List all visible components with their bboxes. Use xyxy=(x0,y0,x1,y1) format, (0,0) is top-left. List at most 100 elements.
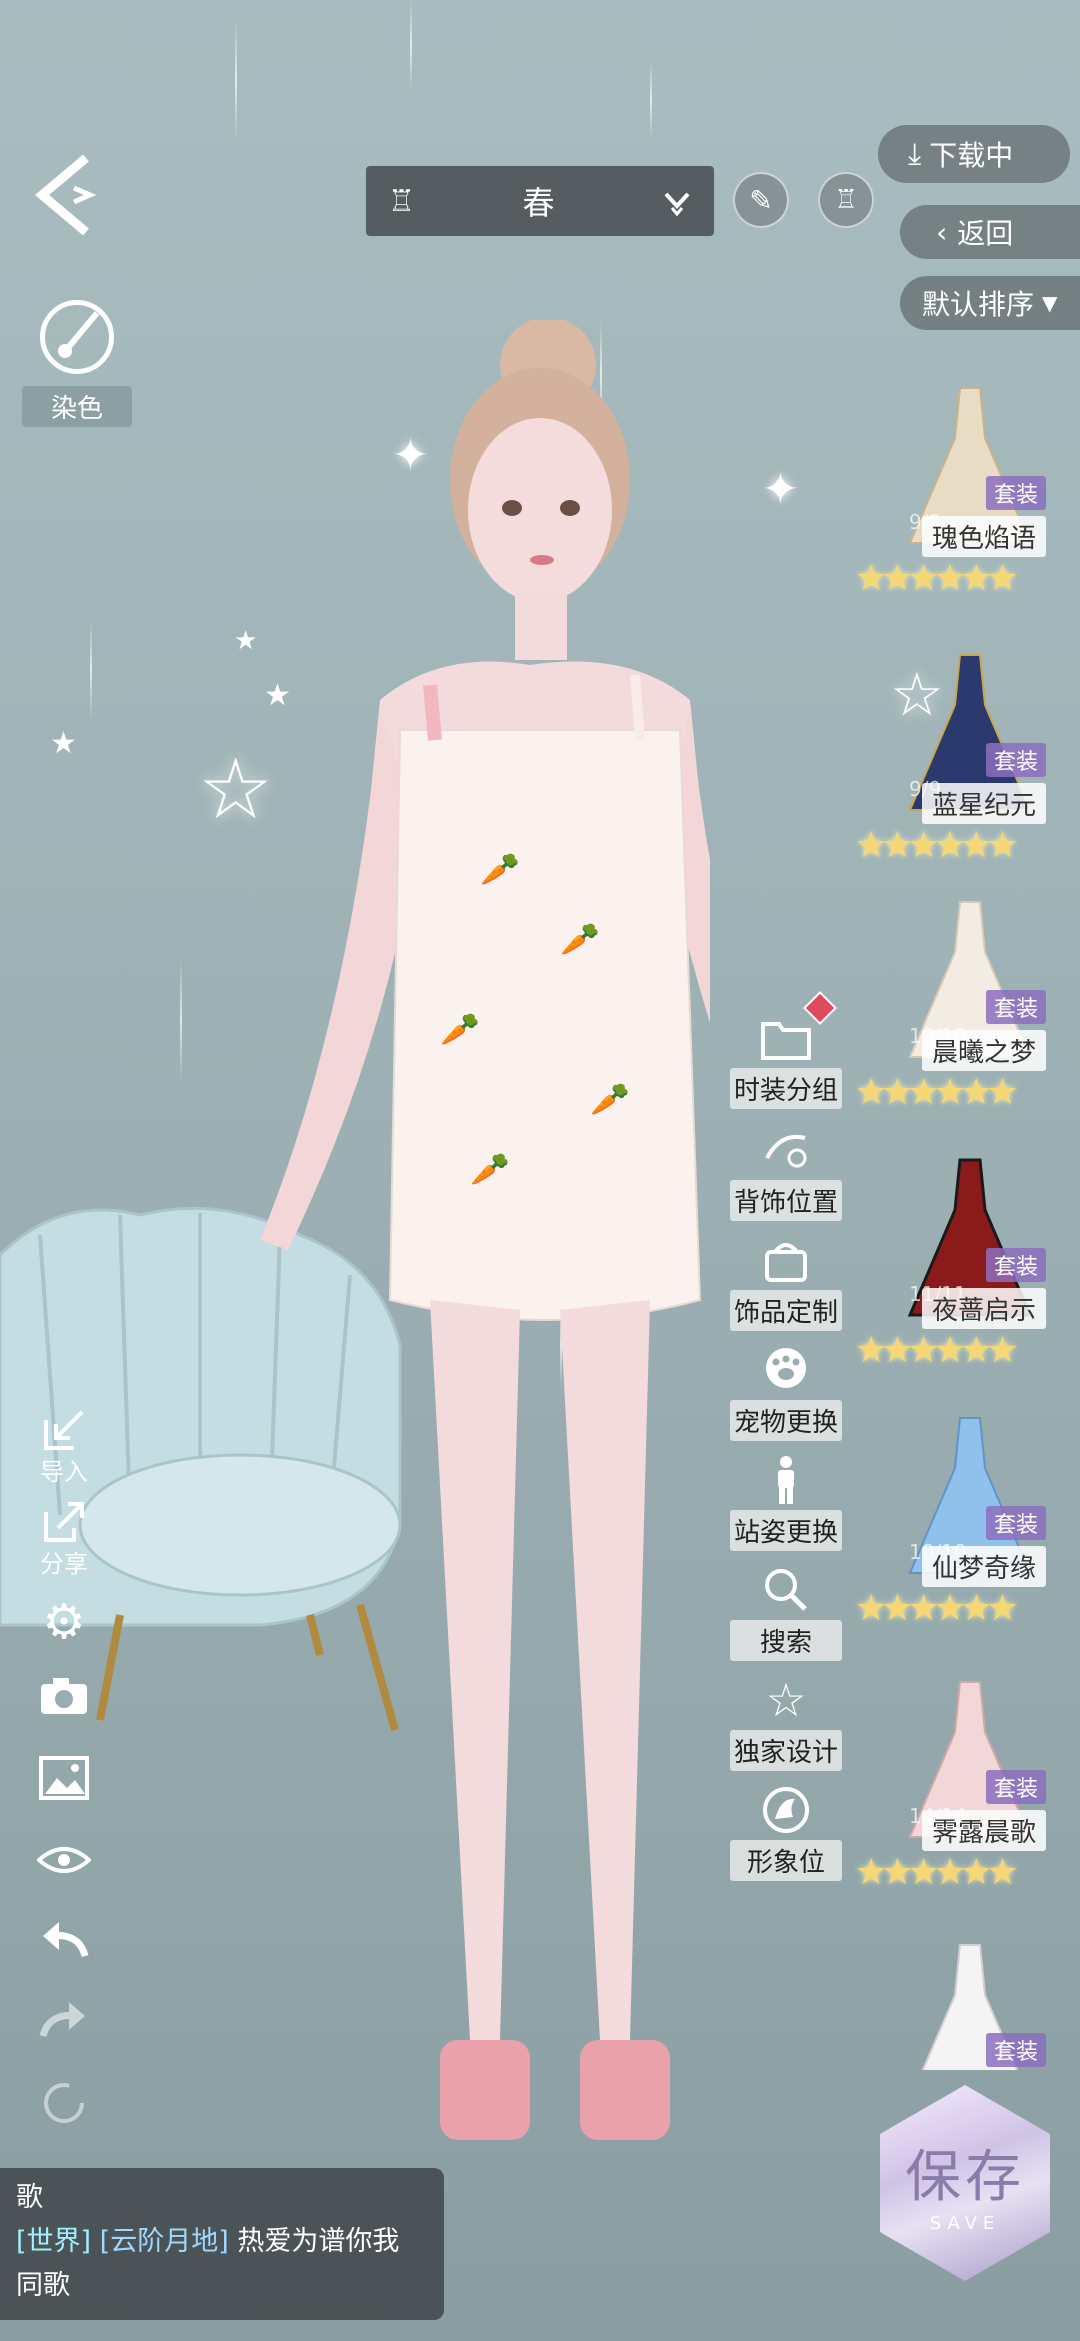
eye-icon xyxy=(35,1847,93,1873)
menu-exclusive-design[interactable]: ☆ 独家设计 xyxy=(730,1672,842,1771)
chat-line: 同歌 xyxy=(16,2270,70,2301)
chat-sender: [云阶月地] xyxy=(99,2226,229,2257)
outfit-badge: 套装 xyxy=(985,476,1046,510)
svg-text:🥕: 🥕 xyxy=(590,1080,630,1118)
gallery-button[interactable] xyxy=(34,1756,94,1804)
chat-channel: [世界] xyxy=(16,2226,92,2257)
rating-stars: ★★★★★★ xyxy=(855,1072,1019,1113)
outfit-name: 蓝星纪元 xyxy=(921,783,1046,824)
dye-button[interactable]: 染色 xyxy=(22,300,132,430)
outfit-badge: 套装 xyxy=(985,1506,1046,1540)
outfit-badge: 套装 xyxy=(985,1248,1046,1282)
menu-pose-change[interactable]: 站姿更换 xyxy=(730,1452,842,1551)
dress-icon: ♖ xyxy=(388,183,415,219)
save-button[interactable]: 保存 SAVE xyxy=(880,2085,1060,2295)
downloading-button[interactable]: ⤓ 下载中 xyxy=(878,125,1070,183)
camera-icon xyxy=(41,1678,87,1714)
outfit-card[interactable]: 套装 10/10 仙梦奇缘 ★★★★★★ xyxy=(855,1408,1080,1668)
outfit-card[interactable]: 套装 11/11 夜蔷启示 ★★★★★★ xyxy=(855,1150,1080,1410)
sparkle-icon: ✦ xyxy=(762,464,799,515)
rain-streak xyxy=(410,0,412,90)
return-button[interactable]: ‹ 返回 xyxy=(900,205,1080,259)
back-accessory-icon xyxy=(758,1122,814,1178)
hide-ui-button[interactable] xyxy=(34,1842,94,1882)
gear-icon: ⚙ xyxy=(42,1594,86,1650)
redo-icon xyxy=(39,2002,85,2038)
settings-button[interactable]: ⚙ xyxy=(34,1594,94,1650)
import-icon xyxy=(44,1410,84,1450)
palette-icon xyxy=(40,300,114,374)
sparkle-icon: ★ xyxy=(50,726,77,761)
import-button[interactable]: 导入 xyxy=(34,1408,94,1487)
menu-pet-change[interactable]: 宠物更换 xyxy=(730,1342,842,1441)
search-icon xyxy=(758,1562,814,1618)
camera-button[interactable] xyxy=(34,1676,94,1720)
outfit-name: 晨曦之梦 xyxy=(921,1030,1046,1071)
outfit-name: 瑰色焰语 xyxy=(921,516,1046,557)
edit-outfit-button[interactable]: ✎ xyxy=(733,172,789,228)
image-icon xyxy=(39,1756,89,1800)
undo-button[interactable] xyxy=(34,1918,94,1962)
caret-down-icon: ▼ xyxy=(1042,291,1058,315)
menu-accessory-custom[interactable]: 饰品定制 xyxy=(730,1232,842,1331)
menu-back-accessory[interactable]: 背饰位置 xyxy=(730,1122,842,1221)
rain-streak xyxy=(90,620,92,720)
season-dropdown[interactable]: ♖ 春 xyxy=(366,166,714,236)
dress-icon: ♖ xyxy=(834,185,858,215)
chevron-left-icon: ‹ xyxy=(936,215,948,249)
back-button[interactable] xyxy=(30,150,110,240)
reset-icon xyxy=(44,2083,84,2123)
rating-stars: ★★★★★★ xyxy=(855,558,1019,599)
menu-label: 饰品定制 xyxy=(730,1290,842,1331)
rating-stars: ★★★★★★ xyxy=(855,825,1019,866)
menu-label: 站姿更换 xyxy=(730,1510,842,1551)
rain-streak xyxy=(235,20,237,140)
paw-icon xyxy=(758,1342,814,1398)
avatar-slot-icon xyxy=(758,1782,814,1838)
save-label: 保存 xyxy=(905,2145,1025,2210)
download-icon: ⤓ xyxy=(908,136,922,172)
outfit-card[interactable]: 套装 9/9 蓝星纪元 ★★★★★★ xyxy=(855,645,1080,905)
outfit-card[interactable]: 套装 xyxy=(855,1935,1080,2070)
outfit-card[interactable]: 套装 10/10 晨曦之梦 ★★★★★★ xyxy=(855,892,1080,1152)
share-icon xyxy=(44,1502,84,1542)
outfit-button[interactable]: ♖ xyxy=(818,172,874,228)
rating-stars: ★★★★★★ xyxy=(855,1588,1019,1629)
svg-text:🥕: 🥕 xyxy=(470,1150,510,1188)
folder-icon xyxy=(758,1010,814,1066)
menu-label: 搜索 xyxy=(730,1620,842,1661)
outfit-badge: 套装 xyxy=(985,1770,1046,1804)
rating-stars: ★★★★★★ xyxy=(855,1852,1019,1893)
pose-icon xyxy=(758,1452,814,1508)
outfit-badge: 套装 xyxy=(985,743,1046,777)
share-button[interactable]: 分享 xyxy=(34,1500,94,1579)
season-label: 春 xyxy=(522,184,555,222)
chat-panel[interactable]: 歌 [世界] [云阶月地] 热爱为谱你我 同歌 xyxy=(0,2168,444,2320)
menu-search[interactable]: 搜索 xyxy=(730,1562,842,1661)
character-model: 🥕 🥕 🥕 🥕 🥕 xyxy=(260,320,710,2140)
menu-avatar-slot[interactable]: 形象位 xyxy=(730,1782,842,1881)
menu-label: 宠物更换 xyxy=(730,1400,842,1441)
downloading-label: 下载中 xyxy=(929,139,1014,172)
accessory-custom-icon xyxy=(758,1232,814,1288)
menu-label: 背饰位置 xyxy=(730,1180,842,1221)
svg-text:🥕: 🥕 xyxy=(440,1010,480,1048)
save-sublabel: SAVE xyxy=(929,2213,1001,2234)
save-hexagon: 保存 SAVE xyxy=(880,2085,1050,2281)
return-label: 返回 xyxy=(957,217,1014,250)
outfit-badge: 套装 xyxy=(985,990,1046,1024)
menu-label: 形象位 xyxy=(730,1840,842,1881)
import-label: 导入 xyxy=(40,1458,88,1486)
dye-label: 染色 xyxy=(22,386,132,427)
menu-fashion-group[interactable]: 时装分组 xyxy=(730,1010,842,1109)
brush-icon: ✎ xyxy=(749,183,773,217)
redo-button[interactable] xyxy=(34,1998,94,2042)
menu-label: 时装分组 xyxy=(730,1068,842,1109)
outfit-card[interactable]: 套装 14/14 霁露晨歌 ★★★★★★ xyxy=(855,1672,1080,1932)
sort-dropdown[interactable]: 默认排序 ▼ xyxy=(900,276,1080,330)
outfit-card[interactable]: 套装 9/9 瑰色焰语 ★★★★★★ xyxy=(855,378,1080,638)
svg-text:🥕: 🥕 xyxy=(560,920,600,958)
outfit-name: 夜蔷启示 xyxy=(921,1288,1046,1329)
share-label: 分享 xyxy=(40,1550,88,1578)
reset-button[interactable] xyxy=(34,2078,94,2132)
